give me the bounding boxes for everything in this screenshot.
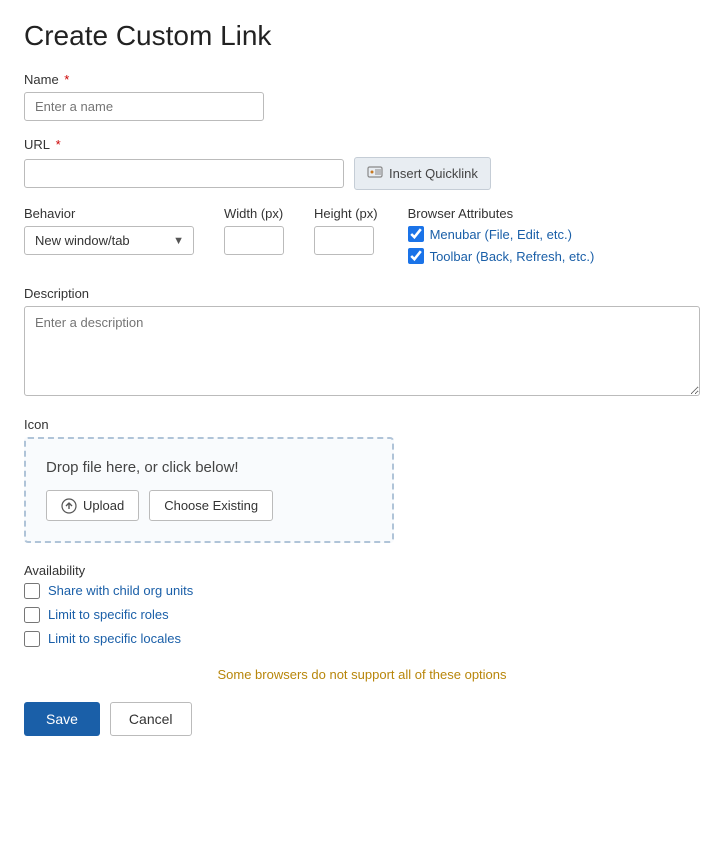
limit-locales-item[interactable]: Limit to specific locales [24,631,700,647]
icon-section: Icon Drop file here, or click below! Upl… [24,417,700,543]
width-group: Width (px) [224,206,284,255]
limit-roles-label: Limit to specific roles [48,607,169,622]
share-with-child-item[interactable]: Share with child org units [24,583,700,599]
height-input[interactable] [314,226,374,255]
behavior-row: Behavior New window/tab Same window New … [24,206,700,270]
limit-roles-item[interactable]: Limit to specific roles [24,607,700,623]
browser-attributes-label: Browser Attributes [408,206,595,221]
icon-buttons: Upload Choose Existing [46,490,372,521]
browser-note: Some browsers do not support all of thes… [24,667,700,682]
icon-label: Icon [24,417,700,432]
name-required-star: * [61,72,70,87]
description-field-group: Description [24,286,700,401]
behavior-label: Behavior [24,206,194,221]
save-button[interactable]: Save [24,702,100,736]
upload-label: Upload [83,498,124,513]
description-textarea[interactable] [24,306,700,396]
height-label: Height (px) [314,206,378,221]
upload-icon [61,497,77,514]
share-with-child-label: Share with child org units [48,583,193,598]
toolbar-checkbox-item[interactable]: Toolbar (Back, Refresh, etc.) [408,248,595,264]
description-label: Description [24,286,700,301]
page-container: Create Custom Link Name * URL * [0,0,724,842]
width-label: Width (px) [224,206,284,221]
url-label: URL * [24,137,700,152]
availability-label: Availability [24,563,700,578]
url-required-star: * [52,137,61,152]
insert-quicklink-button[interactable]: Insert Quicklink [354,157,491,190]
insert-quicklink-label: Insert Quicklink [389,166,478,181]
toolbar-checkbox[interactable] [408,248,424,264]
behavior-group: Behavior New window/tab Same window New … [24,206,194,255]
menubar-checkbox[interactable] [408,226,424,242]
upload-button[interactable]: Upload [46,490,139,521]
url-row: Insert Quicklink [24,157,700,190]
name-label: Name * [24,72,700,87]
url-input[interactable] [24,159,344,188]
quicklink-icon [367,164,383,183]
url-field-group: URL * Insert Quicklink [24,137,700,190]
behavior-select-wrapper: New window/tab Same window New window ▼ [24,226,194,255]
share-with-child-checkbox[interactable] [24,583,40,599]
menubar-checkbox-item[interactable]: Menubar (File, Edit, etc.) [408,226,595,242]
limit-roles-checkbox[interactable] [24,607,40,623]
choose-existing-label: Choose Existing [164,498,258,513]
cancel-button[interactable]: Cancel [110,702,192,736]
height-group: Height (px) [314,206,378,255]
menubar-label: Menubar (File, Edit, etc.) [430,227,572,242]
width-input[interactable] [224,226,284,255]
browser-attributes-group: Browser Attributes Menubar (File, Edit, … [408,206,595,270]
page-title: Create Custom Link [24,20,700,52]
availability-section: Availability Share with child org units … [24,563,700,647]
icon-drop-zone: Drop file here, or click below! Upload C… [24,437,394,543]
toolbar-label: Toolbar (Back, Refresh, etc.) [430,249,595,264]
choose-existing-button[interactable]: Choose Existing [149,490,273,521]
limit-locales-checkbox[interactable] [24,631,40,647]
action-buttons: Save Cancel [24,702,700,736]
name-field-group: Name * [24,72,700,121]
drop-text: Drop file here, or click below! [46,459,372,476]
behavior-select[interactable]: New window/tab Same window New window [24,226,194,255]
limit-locales-label: Limit to specific locales [48,631,181,646]
name-input[interactable] [24,92,264,121]
